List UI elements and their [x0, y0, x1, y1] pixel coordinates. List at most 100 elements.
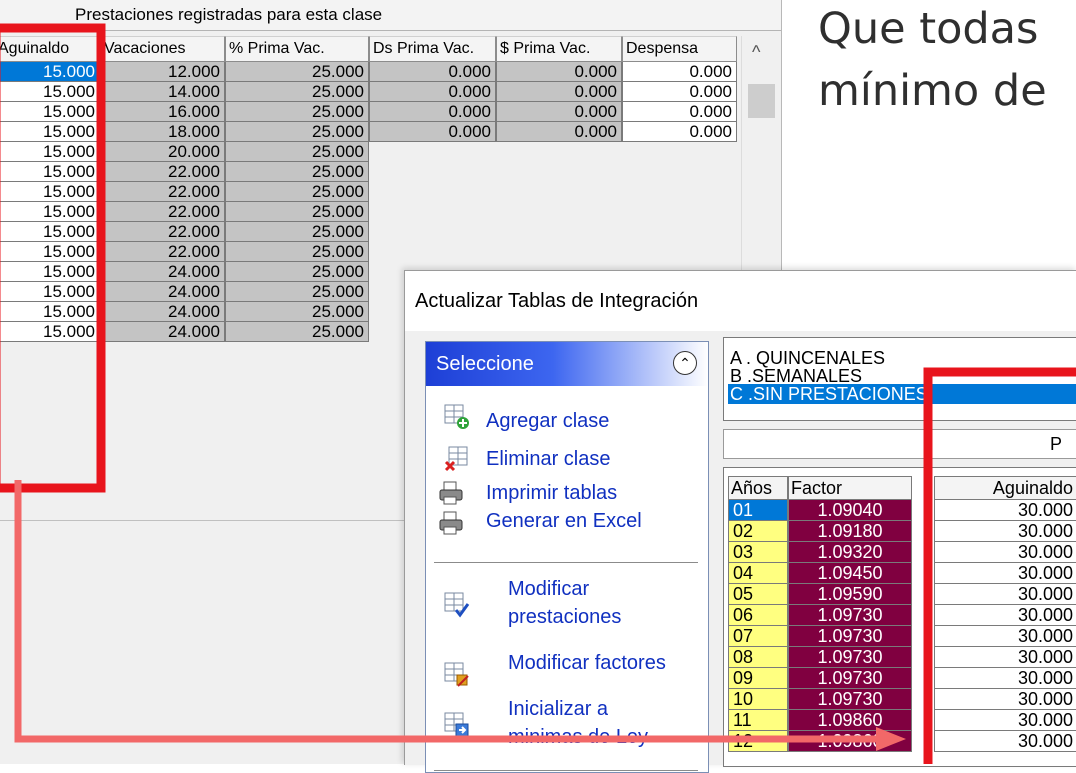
table-cell[interactable] — [369, 162, 496, 182]
table-cell[interactable]: 0.000 — [496, 122, 622, 142]
table-cell[interactable] — [496, 242, 622, 262]
factor-cell[interactable]: 1.09860 — [788, 710, 912, 731]
table-row[interactable]: 15.000 14.000 25.000 0.000 0.000 0.000 — [0, 82, 737, 102]
table-cell[interactable]: 25.000 — [225, 142, 369, 162]
table-cell[interactable] — [496, 182, 622, 202]
modify-benefits-button[interactable]: Modificar prestaciones — [426, 574, 708, 634]
aguinaldo-cell[interactable]: 30.000 — [934, 689, 1076, 710]
table-row[interactable]: 08 1.09730 30.000 — [724, 647, 1076, 668]
table-cell[interactable]: 15.000 — [0, 82, 100, 102]
col-header-prima-amount[interactable]: $ Prima Vac. — [496, 36, 622, 62]
export-excel-button[interactable]: Generar en Excel — [426, 508, 708, 538]
class-list-item[interactable]: B .SEMANALES — [730, 366, 862, 386]
table-row[interactable]: 10 1.09730 30.000 — [724, 689, 1076, 710]
factor-cell[interactable]: 1.09730 — [788, 668, 912, 689]
table-row[interactable]: 11 1.09860 30.000 — [724, 710, 1076, 731]
table-cell[interactable]: 25.000 — [225, 182, 369, 202]
table-cell[interactable]: 25.000 — [225, 282, 369, 302]
table-row[interactable]: 15.000 20.000 25.000 — [0, 142, 737, 162]
table-cell[interactable]: 16.000 — [100, 102, 225, 122]
table-row[interactable]: 06 1.09730 30.000 — [724, 605, 1076, 626]
year-cell[interactable]: 10 — [728, 689, 788, 710]
table-cell[interactable]: 24.000 — [100, 282, 225, 302]
year-cell[interactable]: 02 — [728, 521, 788, 542]
col-header-aguinaldo[interactable]: Aguinaldo — [934, 476, 1076, 500]
table-cell[interactable]: 24.000 — [100, 262, 225, 282]
table-cell[interactable]: 15.000 — [0, 222, 100, 242]
table-row[interactable]: 03 1.09320 30.000 — [724, 542, 1076, 563]
table-cell[interactable]: 14.000 — [100, 82, 225, 102]
table-cell[interactable]: 15.000 — [0, 262, 100, 282]
table-cell[interactable]: 25.000 — [225, 302, 369, 322]
table-cell[interactable]: 0.000 — [369, 102, 496, 122]
factor-cell[interactable]: 1.09730 — [788, 689, 912, 710]
factor-cell[interactable]: 1.09180 — [788, 521, 912, 542]
initialize-legal-minimum-button[interactable]: Inicializar a minimas de Ley — [426, 694, 708, 754]
year-cell[interactable]: 12 — [728, 731, 788, 752]
col-header-vacaciones[interactable]: Vacaciones — [100, 36, 225, 62]
table-row[interactable]: 15.000 22.000 25.000 — [0, 202, 737, 222]
table-cell[interactable]: 15.000 — [0, 162, 100, 182]
table-row[interactable]: 15.000 22.000 25.000 — [0, 162, 737, 182]
table-row[interactable]: 02 1.09180 30.000 — [724, 521, 1076, 542]
add-class-button[interactable]: Agregar clase — [426, 398, 708, 438]
table-cell[interactable]: 15.000 — [0, 182, 100, 202]
table-cell[interactable] — [369, 222, 496, 242]
table-cell[interactable]: 15.000 — [0, 302, 100, 322]
table-row[interactable]: 15.000 22.000 25.000 — [0, 242, 737, 262]
scroll-up-icon[interactable]: ^ — [752, 42, 760, 63]
table-cell[interactable] — [622, 142, 737, 162]
table-cell[interactable]: 20.000 — [100, 142, 225, 162]
table-cell[interactable] — [496, 142, 622, 162]
table-cell[interactable]: 22.000 — [100, 182, 225, 202]
factor-cell[interactable]: 1.09450 — [788, 563, 912, 584]
col-header-ds-prima[interactable]: Ds Prima Vac. — [369, 36, 496, 62]
double-chevron-up-icon[interactable]: ⌃ — [673, 351, 697, 375]
table-cell[interactable] — [369, 182, 496, 202]
table-cell[interactable] — [369, 242, 496, 262]
factor-cell[interactable]: 1.09730 — [788, 605, 912, 626]
table-cell[interactable]: 22.000 — [100, 202, 225, 222]
table-cell[interactable]: 0.000 — [622, 102, 737, 122]
table-cell[interactable] — [496, 162, 622, 182]
aguinaldo-cell[interactable]: 30.000 — [934, 668, 1076, 689]
table-cell[interactable]: 25.000 — [225, 102, 369, 122]
col-header-prima-pct[interactable]: % Prima Vac. — [225, 36, 369, 62]
aguinaldo-cell[interactable]: 30.000 — [934, 731, 1076, 752]
col-header-despensa[interactable]: Despensa — [622, 36, 737, 62]
aguinaldo-cell[interactable]: 30.000 — [934, 500, 1076, 521]
table-cell[interactable]: 15.000 — [0, 282, 100, 302]
aguinaldo-cell[interactable]: 30.000 — [934, 647, 1076, 668]
table-cell[interactable]: 15.000 — [0, 102, 100, 122]
task-panel-header[interactable]: Seleccione ⌃ — [426, 342, 708, 386]
table-row[interactable]: 15.000 22.000 25.000 — [0, 182, 737, 202]
print-tables-button[interactable]: Imprimir tablas — [426, 478, 708, 508]
table-cell[interactable]: 25.000 — [225, 242, 369, 262]
table-cell[interactable]: 0.000 — [369, 62, 496, 82]
table-row[interactable]: 09 1.09730 30.000 — [724, 668, 1076, 689]
table-cell[interactable]: 15.000 — [0, 62, 100, 82]
table-cell[interactable]: 22.000 — [100, 222, 225, 242]
table-cell[interactable]: 25.000 — [225, 162, 369, 182]
col-header-years[interactable]: Años — [728, 476, 788, 500]
table-cell[interactable]: 25.000 — [225, 222, 369, 242]
table-row[interactable]: 15.000 12.000 25.000 0.000 0.000 0.000 — [0, 62, 737, 82]
table-row[interactable]: 07 1.09730 30.000 — [724, 626, 1076, 647]
table-cell[interactable] — [496, 222, 622, 242]
table-cell[interactable] — [622, 162, 737, 182]
table-cell[interactable]: 22.000 — [100, 242, 225, 262]
table-cell[interactable]: 25.000 — [225, 82, 369, 102]
table-cell[interactable]: 25.000 — [225, 122, 369, 142]
year-cell[interactable]: 03 — [728, 542, 788, 563]
delete-class-button[interactable]: Eliminar clase — [426, 438, 708, 478]
table-row[interactable]: 12 1.09860 30.000 — [724, 731, 1076, 752]
factor-cell[interactable]: 1.09040 — [788, 500, 912, 521]
table-cell[interactable]: 0.000 — [369, 122, 496, 142]
table-row[interactable]: 15.000 16.000 25.000 0.000 0.000 0.000 — [0, 102, 737, 122]
table-cell[interactable] — [369, 202, 496, 222]
table-cell[interactable]: 25.000 — [225, 262, 369, 282]
class-list-item-selected[interactable]: C .SIN PRESTACIONES — [728, 384, 1076, 404]
table-row[interactable]: 15.000 22.000 25.000 — [0, 222, 737, 242]
table-cell[interactable]: 0.000 — [622, 122, 737, 142]
table-cell[interactable]: 15.000 — [0, 322, 100, 342]
